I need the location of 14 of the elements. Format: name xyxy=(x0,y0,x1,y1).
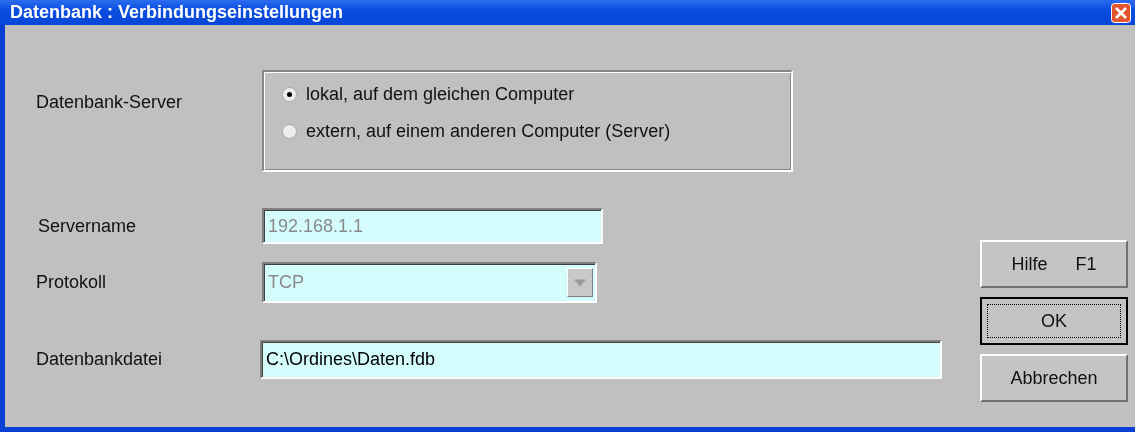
field-label: Datenbankdatei xyxy=(36,349,164,370)
dialog-button[interactable]: Abbrechen xyxy=(980,354,1128,402)
close-icon[interactable] xyxy=(1111,2,1131,23)
radio-label[interactable]: extern, auf einem anderen Computer (Server) xyxy=(306,121,671,142)
window-title: Datenbank : Verbindungseinstellungen xyxy=(10,2,344,23)
radio-button[interactable] xyxy=(282,124,297,139)
radio-button[interactable] xyxy=(282,87,297,102)
field-label: Datenbank-Server xyxy=(36,92,184,113)
field-label: Servername xyxy=(37,215,138,237)
dialog-button[interactable]: Hilfe F1 xyxy=(980,240,1128,288)
radio-label[interactable]: lokal, auf dem gleichen Computer xyxy=(306,84,575,105)
field-label: Protokoll xyxy=(36,272,108,293)
dialog-button[interactable]: OK xyxy=(980,297,1128,345)
text-field[interactable]: C:\Ordines\Daten.fdb xyxy=(260,340,942,379)
